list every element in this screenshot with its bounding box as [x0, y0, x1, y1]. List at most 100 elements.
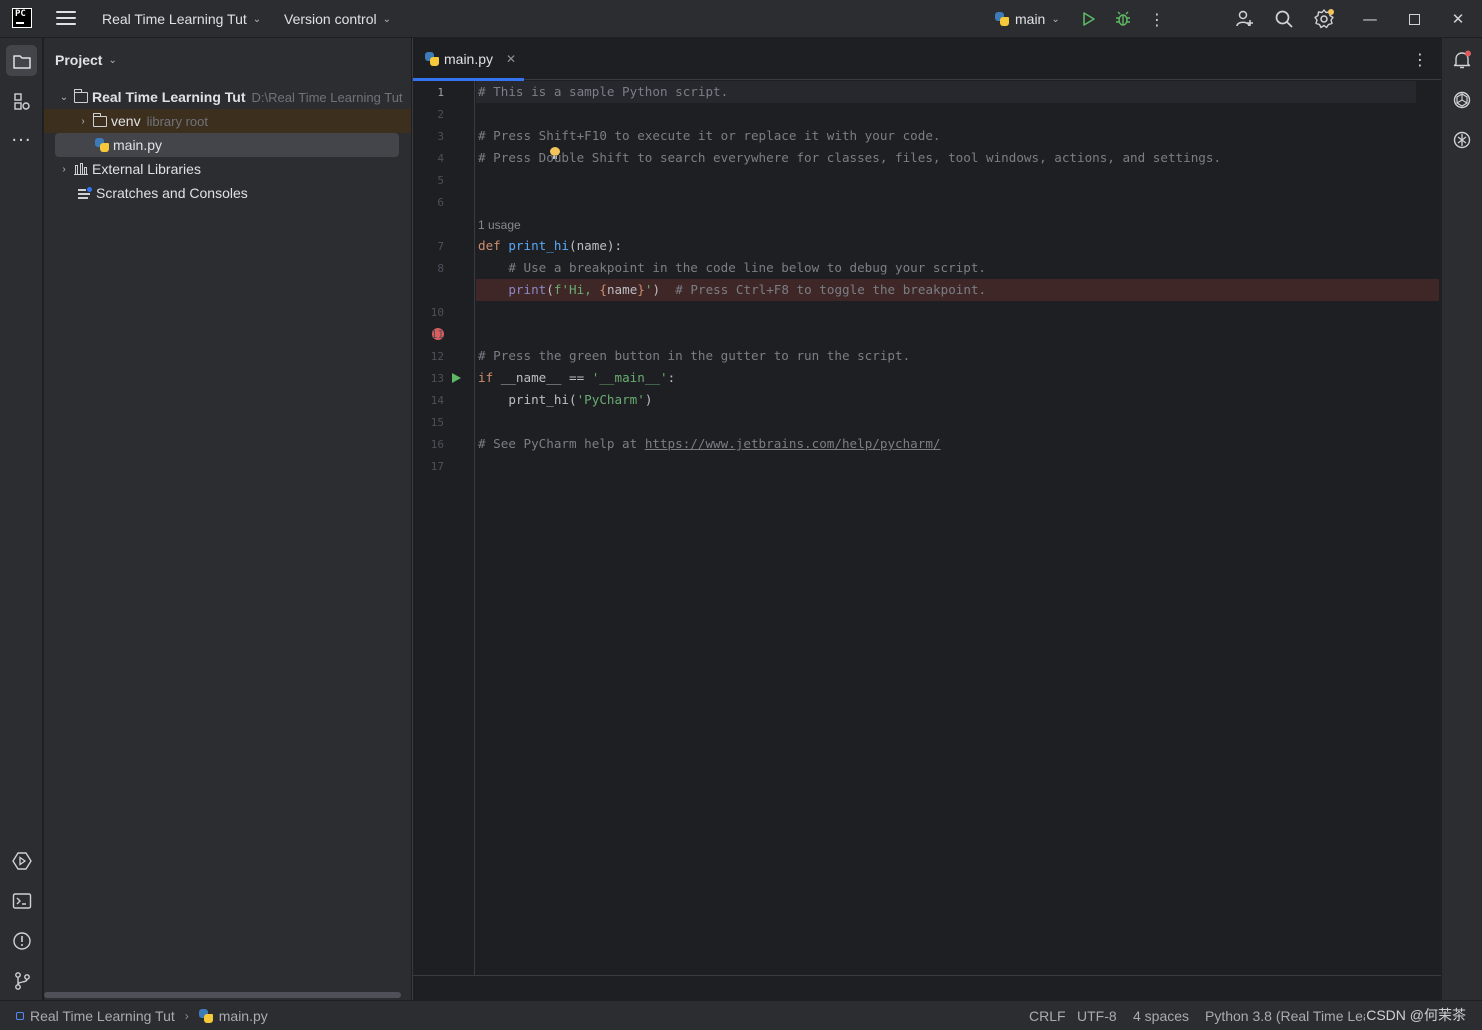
tree-item-project-root[interactable]: ⌄ Real Time Learning Tut D:\Real Time Le…	[44, 85, 411, 109]
code-text: :	[667, 370, 676, 385]
encoding-widget[interactable]: UTF-8	[1077, 1001, 1117, 1030]
tree-item-scratches[interactable]: Scratches and Consoles	[44, 181, 411, 205]
line-number: 2	[437, 108, 444, 121]
chevron-right-icon: ›	[184, 1009, 189, 1023]
line-separator-widget[interactable]: CRLF	[1029, 1001, 1066, 1030]
indent-widget[interactable]: 4 spaces	[1133, 1001, 1189, 1030]
chevron-down-icon[interactable]: ⌄	[58, 92, 70, 103]
services-icon[interactable]	[6, 845, 37, 876]
code-line-12: # Press the green button in the gutter t…	[478, 348, 911, 363]
project-panel: Project ⌄ ⌄ Real Time Learning Tut D:\Re…	[44, 38, 411, 1000]
comment: # Press Ctrl+F8 to toggle the breakpoint…	[660, 282, 987, 297]
scratches-icon	[78, 187, 92, 199]
line-number: 3	[437, 130, 444, 143]
run-icon[interactable]	[1079, 9, 1099, 29]
search-icon[interactable]	[1273, 8, 1295, 30]
version-control-menu[interactable]: Version control ⌄	[284, 0, 391, 38]
breadcrumb: Real Time Learning Tut › main.py	[16, 1001, 268, 1030]
python-icon	[198, 1009, 213, 1023]
editor-gutter[interactable]: 1 2 3 4 5 6 7 8 10 11 12 13 14 15 16 17	[413, 81, 475, 975]
project-panel-label: Project	[55, 52, 103, 68]
brace: {	[599, 282, 607, 297]
pycharm-logo-icon[interactable]: PC	[12, 8, 32, 28]
line-number: 11	[430, 328, 444, 341]
version-control-label: Version control	[284, 11, 377, 27]
tree-item-venv[interactable]: › venv library root	[44, 109, 411, 133]
code-area[interactable]: # This is a sample Python script. # Pres…	[476, 81, 1439, 975]
code-line-3: # Press Shift+F10 to execute it or repla…	[478, 128, 941, 143]
folder-icon[interactable]	[6, 45, 37, 76]
run-config-selector[interactable]: main ⌄	[995, 0, 1060, 38]
string: f'Hi,	[553, 282, 600, 297]
comment: # See PyCharm help at	[478, 436, 645, 451]
minimize-icon[interactable]: —	[1348, 0, 1392, 38]
structure-icon[interactable]	[6, 85, 37, 116]
code-line-1: # This is a sample Python script.	[478, 84, 729, 99]
code-line-4: # Press Double Shift to search everywher…	[478, 150, 1222, 165]
keyword: def	[478, 238, 501, 253]
line-number: 7	[437, 240, 444, 253]
code-text: name	[606, 282, 638, 297]
debug-icon[interactable]	[1113, 9, 1133, 29]
maximize-icon[interactable]	[1392, 0, 1436, 38]
project-panel-title[interactable]: Project ⌄	[55, 52, 117, 68]
close-tab-icon[interactable]: ✕	[506, 52, 516, 66]
line-number: 15	[430, 416, 444, 429]
chevron-down-icon: ⌄	[1051, 13, 1060, 25]
ai-icon[interactable]	[1450, 128, 1474, 152]
tree-item-label: Scratches and Consoles	[96, 185, 248, 201]
editor: main.py ✕ ⋮ 1 2 3 4 5 6 7 8 10 11 12 13 …	[412, 38, 1442, 1000]
title-bar: PC Real Time Learning Tut ⌄ Version cont…	[0, 0, 1482, 38]
tree-item-main-py[interactable]: main.py	[55, 133, 399, 157]
line-number: 4	[437, 152, 444, 165]
tab-main-py[interactable]: main.py ✕	[413, 38, 524, 81]
line-number: 17	[430, 460, 444, 473]
brace: }	[637, 282, 645, 297]
problems-icon[interactable]	[6, 925, 37, 956]
usage-hint[interactable]: 1 usage	[478, 218, 521, 232]
hamburger-menu-icon[interactable]	[56, 11, 76, 27]
chevron-right-icon[interactable]: ›	[58, 164, 70, 175]
function-name: print_hi	[508, 238, 570, 253]
line-number: 6	[437, 196, 444, 209]
breadcrumb-file[interactable]: main.py	[219, 1008, 268, 1024]
keyword: if	[478, 370, 494, 385]
breadcrumb-project[interactable]: Real Time Learning Tut	[30, 1008, 175, 1024]
git-icon[interactable]	[6, 965, 37, 996]
string: '__main__'	[591, 370, 668, 385]
line-number: 14	[430, 394, 444, 407]
line-number: 8	[437, 262, 444, 275]
string: 'PyCharm'	[576, 392, 645, 407]
code-text: )	[644, 392, 653, 407]
horizontal-scrollbar[interactable]	[44, 992, 401, 998]
tree-item-path: D:\Real Time Learning Tut	[251, 89, 403, 105]
code-text: (	[546, 282, 554, 297]
interpreter-widget[interactable]: Python 3.8 (Real Time Learning Tut)	[1205, 1001, 1365, 1030]
tree-item-label: main.py	[113, 137, 163, 153]
project-switcher[interactable]: Real Time Learning Tut ⌄	[102, 0, 261, 38]
chevron-right-icon[interactable]: ›	[77, 116, 89, 127]
line-number: 16	[430, 438, 444, 451]
close-icon[interactable]: ✕	[1436, 0, 1480, 38]
python-icon	[995, 12, 1009, 26]
tree-item-label: Real Time Learning Tut	[92, 89, 246, 105]
code-text: )	[652, 282, 661, 297]
status-bar: Real Time Learning Tut › main.py CRLF UT…	[0, 1000, 1482, 1030]
code-line-7: def print_hi(name):	[478, 235, 622, 257]
tree-item-external-libraries[interactable]: › External Libraries	[44, 157, 411, 181]
module-icon	[16, 1012, 24, 1020]
settings-icon[interactable]	[1313, 8, 1335, 30]
help-link[interactable]: https://www.jetbrains.com/help/pycharm/	[645, 436, 941, 451]
more-icon[interactable]: ⋮	[1149, 9, 1165, 29]
editor-tab-bar: main.py ✕ ⋮	[413, 38, 1442, 81]
run-gutter-icon[interactable]	[452, 373, 461, 383]
more-icon[interactable]: ⋮	[1412, 50, 1428, 69]
watermark: CSDN @何茉茶	[1366, 1007, 1466, 1023]
terminal-icon[interactable]	[6, 885, 37, 916]
code-text: (name):	[569, 238, 623, 253]
notifications-icon[interactable]	[1450, 48, 1474, 72]
more-tools-icon[interactable]: ···	[6, 125, 37, 156]
ai-assistant-icon[interactable]	[1450, 88, 1474, 112]
add-user-icon[interactable]	[1234, 8, 1256, 30]
